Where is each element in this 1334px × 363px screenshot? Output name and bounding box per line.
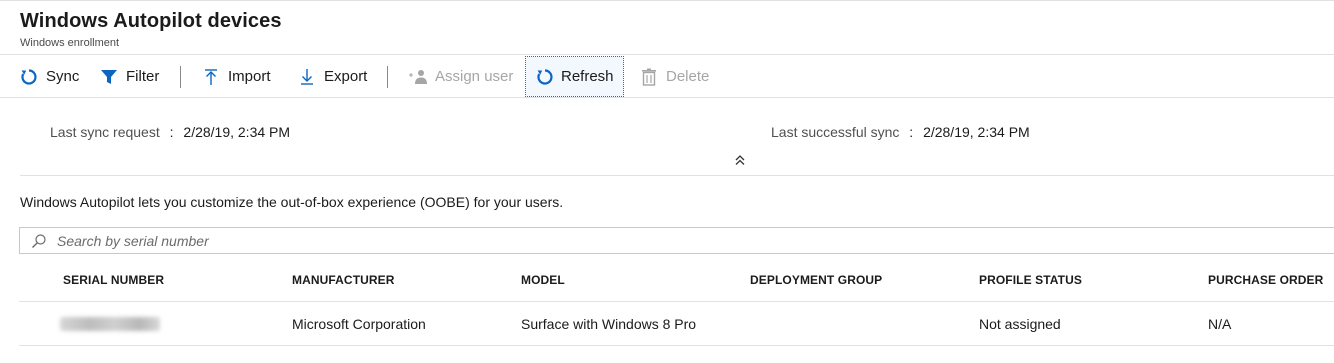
search-icon bbox=[31, 233, 47, 249]
column-header-profile-status[interactable]: PROFILE STATUS bbox=[979, 258, 1082, 301]
export-button[interactable]: Export bbox=[297, 56, 367, 97]
model-cell: Surface with Windows 8 Pro bbox=[521, 315, 697, 332]
filter-label: Filter bbox=[126, 68, 160, 85]
export-label: Export bbox=[324, 68, 368, 85]
manufacturer-cell: Microsoft Corporation bbox=[292, 315, 426, 332]
import-button[interactable]: Import bbox=[201, 56, 271, 97]
import-label: Import bbox=[228, 68, 271, 85]
sync-button[interactable]: Sync bbox=[19, 56, 79, 97]
separator: : bbox=[909, 124, 914, 140]
double-chevron-up-icon[interactable] bbox=[733, 153, 747, 167]
page-subtitle: Windows enrollment bbox=[20, 37, 120, 49]
refresh-label: Refresh bbox=[561, 68, 614, 85]
sync-icon bbox=[19, 67, 39, 87]
column-header-model[interactable]: MODEL bbox=[521, 258, 565, 301]
column-header-purchase-order[interactable]: PURCHASE ORDER bbox=[1208, 258, 1323, 301]
assign-user-button[interactable]: Assign user bbox=[408, 56, 513, 97]
redacted-serial-number bbox=[60, 316, 160, 331]
blade-header: Windows Autopilot devices Windows enroll… bbox=[0, 0, 1334, 55]
filter-icon bbox=[99, 67, 119, 87]
column-header-serial-number[interactable]: SERIAL NUMBER bbox=[63, 258, 164, 301]
last-successful-sync-label: Last successful sync bbox=[771, 124, 900, 140]
refresh-icon bbox=[536, 67, 554, 87]
toolbar-separator bbox=[387, 66, 388, 88]
last-successful-sync: Last successful sync : 2/28/19, 2:34 PM bbox=[771, 124, 1030, 140]
table-row[interactable]: Microsoft Corporation Surface with Windo… bbox=[19, 302, 1334, 346]
autopilot-devices-blade: Windows Autopilot devices Windows enroll… bbox=[0, 0, 1334, 363]
serial-number-cell bbox=[60, 302, 160, 345]
table-header: SERIAL NUMBER MANUFACTURER MODEL DEPLOYM… bbox=[19, 258, 1334, 302]
column-header-deployment-group[interactable]: DEPLOYMENT GROUP bbox=[750, 258, 882, 301]
last-sync-request-label: Last sync request bbox=[50, 124, 160, 140]
import-icon bbox=[201, 67, 221, 87]
trash-icon bbox=[639, 67, 659, 87]
delete-button[interactable]: Delete bbox=[639, 56, 709, 97]
command-bar: Sync Filter Import Export Assign user Re… bbox=[0, 56, 1334, 98]
profile-status-cell: Not assigned bbox=[979, 315, 1061, 332]
filter-button[interactable]: Filter bbox=[99, 56, 159, 97]
separator: : bbox=[169, 124, 174, 140]
last-sync-request: Last sync request : 2/28/19, 2:34 PM bbox=[50, 124, 290, 140]
last-sync-request-value: 2/28/19, 2:34 PM bbox=[183, 124, 291, 140]
last-successful-sync-value: 2/28/19, 2:34 PM bbox=[923, 124, 1030, 140]
section-divider bbox=[20, 175, 1334, 176]
page-title: Windows Autopilot devices bbox=[20, 10, 282, 32]
column-header-manufacturer[interactable]: MANUFACTURER bbox=[292, 258, 395, 301]
assign-user-label: Assign user bbox=[435, 68, 514, 85]
search-box[interactable] bbox=[19, 227, 1334, 254]
export-icon bbox=[297, 67, 317, 87]
sync-label: Sync bbox=[46, 68, 80, 85]
info-description: Windows Autopilot lets you customize the… bbox=[20, 194, 564, 210]
devices-table: SERIAL NUMBER MANUFACTURER MODEL DEPLOYM… bbox=[19, 258, 1334, 346]
assign-user-icon bbox=[408, 67, 428, 87]
toolbar-separator bbox=[180, 66, 181, 88]
refresh-button[interactable]: Refresh bbox=[525, 56, 624, 97]
purchase-order-cell: N/A bbox=[1208, 315, 1232, 332]
delete-label: Delete bbox=[666, 68, 710, 85]
search-input[interactable] bbox=[57, 232, 1334, 249]
